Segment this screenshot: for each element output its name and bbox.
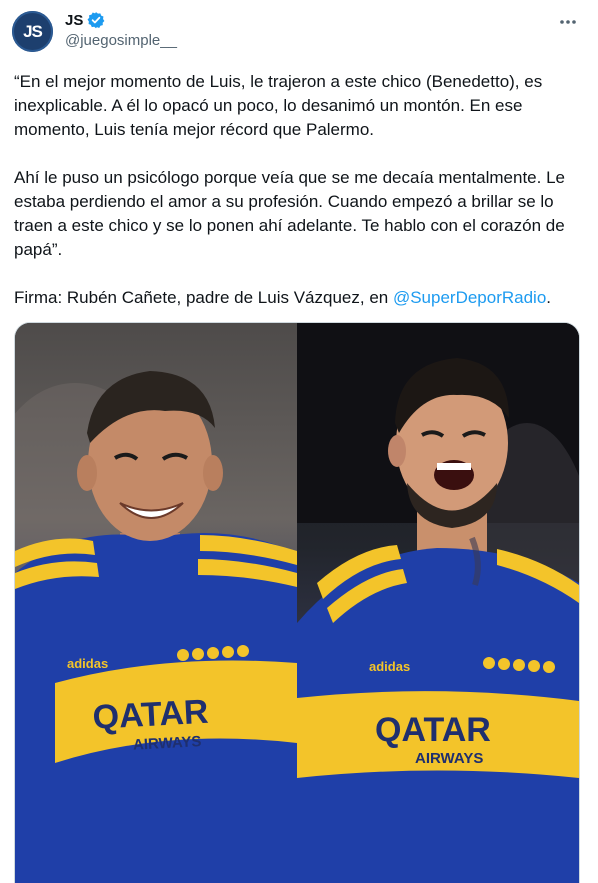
- ellipsis-icon[interactable]: [558, 12, 578, 32]
- avatar-initials: JS: [23, 21, 43, 41]
- tweet-paragraph: Ahí le puso un psicólogo porque veía que…: [14, 168, 565, 259]
- display-name[interactable]: JS: [65, 12, 83, 29]
- tweet: JS JS @juegosimple__ “En el mejor moment…: [0, 0, 598, 883]
- avatar[interactable]: JS: [12, 11, 53, 52]
- signature-end: .: [546, 288, 552, 307]
- sponsor-subtext: AIRWAYS: [415, 750, 483, 767]
- tweet-signature: Firma: Rubén Cañete, padre de Luis Vázqu…: [14, 286, 584, 310]
- player-photo-right[interactable]: QATAR AIRWAYS adidas: [297, 323, 579, 883]
- author-name-row: JS: [65, 11, 105, 29]
- mention-link[interactable]: @SuperDeporRadio: [393, 288, 546, 307]
- sponsor-subtext: AIRWAYS: [133, 733, 202, 754]
- brand-text: adidas: [67, 656, 108, 671]
- verified-badge-icon: [87, 11, 105, 29]
- signature-text: Firma: Rubén Cañete, padre de Luis Vázqu…: [14, 288, 393, 307]
- tweet-media[interactable]: QATAR AIRWAYS adidas QATAR AIRWAYS adida…: [14, 322, 580, 883]
- tweet-text: “En el mejor momento de Luis, le trajero…: [14, 70, 584, 310]
- tweet-paragraph: “En el mejor momento de Luis, le trajero…: [14, 72, 543, 139]
- sponsor-text: QATAR: [375, 711, 491, 749]
- brand-text: adidas: [369, 659, 410, 674]
- player-photo-left[interactable]: QATAR AIRWAYS adidas: [15, 323, 297, 883]
- author-handle[interactable]: @juegosimple__: [65, 32, 177, 49]
- sponsor-text: QATAR: [92, 693, 210, 737]
